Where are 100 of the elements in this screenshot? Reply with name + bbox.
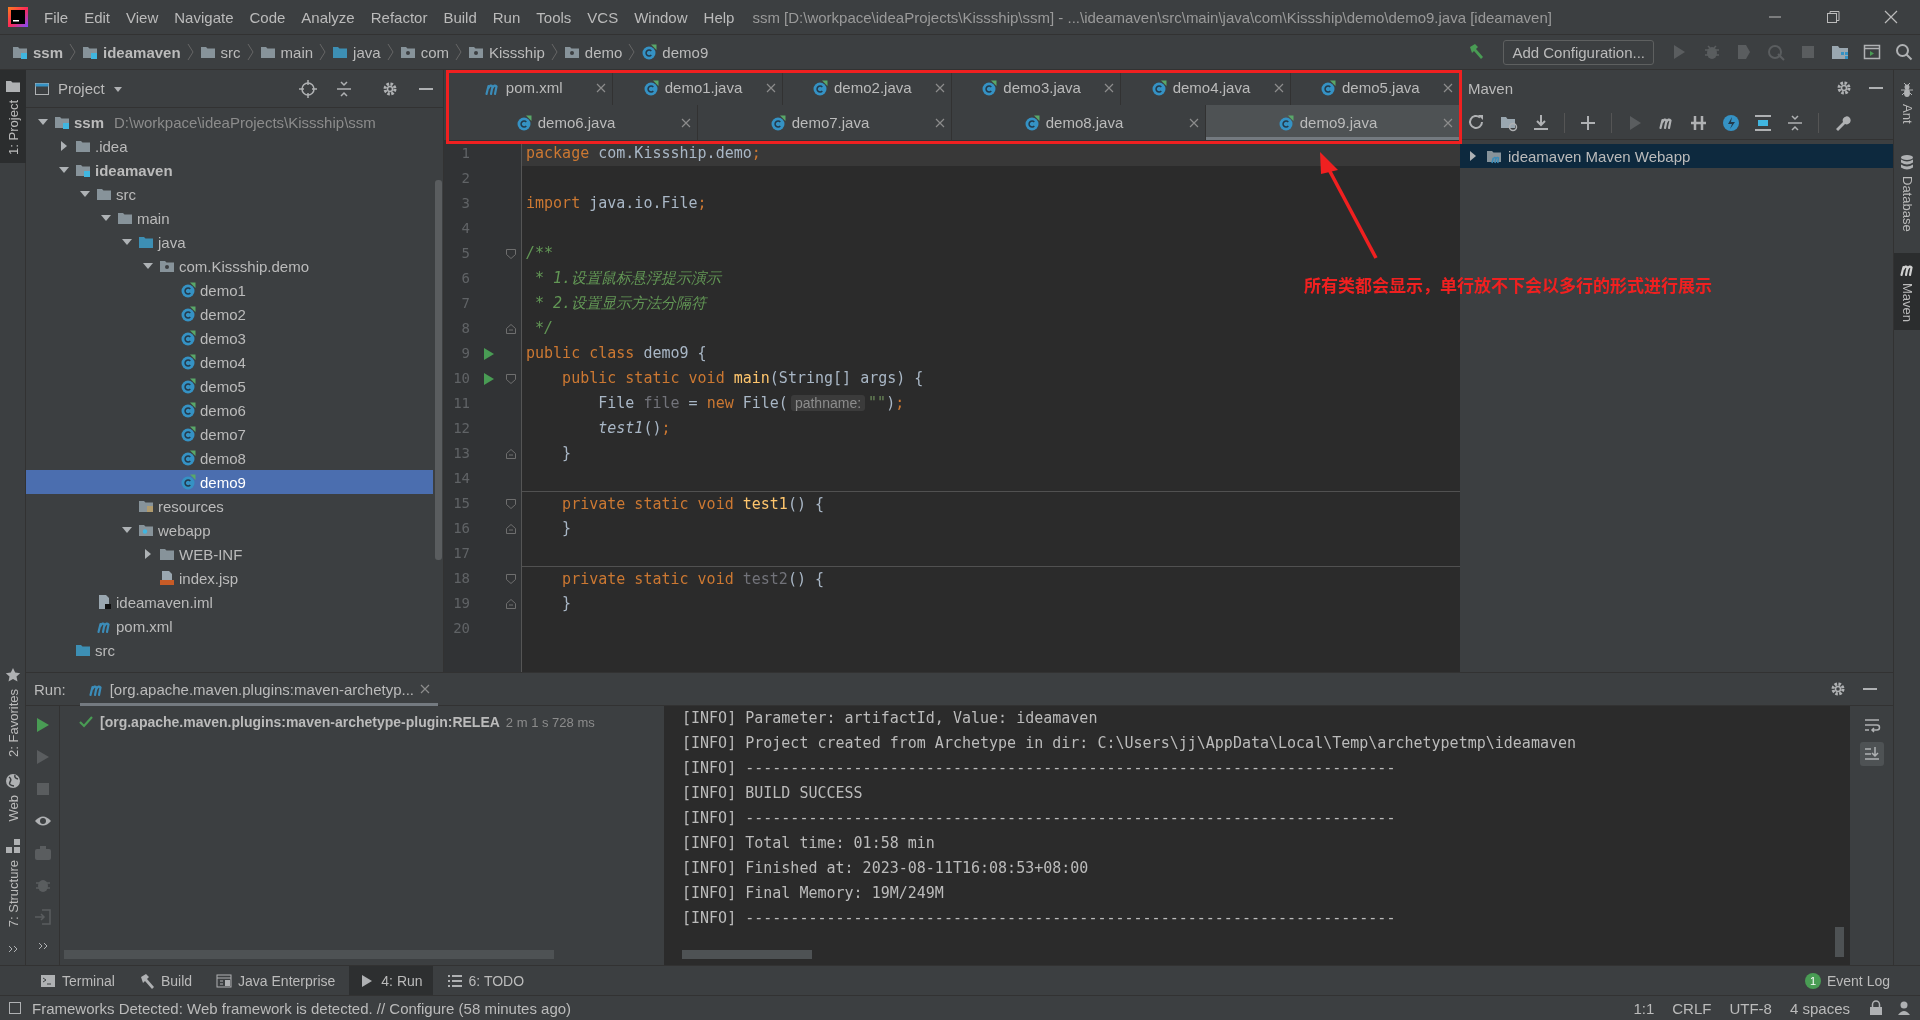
- fold-end-icon[interactable]: [504, 522, 517, 535]
- menu-item[interactable]: Refactor: [362, 8, 436, 26]
- breadcrumb-item[interactable]: demo: [563, 43, 623, 61]
- close-icon[interactable]: [935, 82, 945, 93]
- run-gutter-icon[interactable]: [481, 346, 494, 361]
- tree-item[interactable]: demo6: [26, 398, 433, 422]
- tool-window-tab[interactable]: Build: [128, 965, 203, 996]
- status-item[interactable]: 4 spaces: [1789, 999, 1850, 1017]
- tree-item[interactable]: resources: [26, 494, 433, 518]
- tool-window-tab[interactable]: 7: Structure: [0, 829, 26, 935]
- toggle-offline-icon[interactable]: [1690, 113, 1708, 132]
- menu-item[interactable]: Analyze: [293, 8, 363, 26]
- editor-tab[interactable]: demo1.java: [613, 70, 783, 105]
- lock-icon[interactable]: [1868, 1000, 1884, 1016]
- settings-icon[interactable]: [1835, 79, 1853, 97]
- run-task-label[interactable]: [org.apache.maven.plugins:maven-archetype-plugin:RELEA: [100, 714, 500, 730]
- tree-item[interactable]: java: [26, 230, 433, 254]
- close-icon[interactable]: [935, 117, 945, 128]
- collapse-all-icon[interactable]: [335, 79, 353, 98]
- run-tab[interactable]: [org.apache.maven.plugins:maven-archetyp...: [79, 672, 439, 706]
- tool-window-tab[interactable]: Terminal: [30, 965, 125, 996]
- tree-item[interactable]: demo7: [26, 422, 433, 446]
- close-icon[interactable]: [1189, 117, 1199, 128]
- inspector-icon[interactable]: [1896, 1000, 1912, 1016]
- tree-item[interactable]: demo5: [26, 374, 433, 398]
- status-item[interactable]: 1:1: [1633, 999, 1655, 1017]
- breadcrumb-item[interactable]: ssm: [12, 43, 64, 61]
- caret-icon[interactable]: [112, 84, 123, 93]
- scroll-to-end-icon[interactable]: [1862, 745, 1881, 763]
- tree-item[interactable]: webapp: [26, 518, 433, 542]
- menu-item[interactable]: Code: [241, 8, 294, 26]
- run-gutter-icon[interactable]: [481, 371, 494, 386]
- status-toggle-icon[interactable]: [8, 1001, 22, 1015]
- fold-icon[interactable]: [504, 572, 517, 585]
- locate-icon[interactable]: [299, 79, 317, 98]
- tool-window-tab[interactable]: 4: Run: [349, 965, 433, 996]
- status-message[interactable]: Frameworks Detected: Web framework is detected. // Configure (58 minutes ago): [32, 999, 572, 1017]
- breadcrumb-item[interactable]: main: [259, 43, 314, 61]
- tool-window-tab[interactable]: 2: Favorites: [0, 659, 26, 766]
- editor-tab[interactable]: demo6.java: [444, 105, 698, 140]
- tree-item[interactable]: .idea: [26, 134, 433, 158]
- editor-tab[interactable]: demo3.java: [952, 70, 1122, 105]
- add-icon[interactable]: [1579, 113, 1597, 132]
- panel-title[interactable]: Project: [58, 80, 105, 97]
- editor-tab[interactable]: demo7.java: [698, 105, 952, 140]
- menu-item[interactable]: Build: [435, 8, 485, 26]
- close-icon[interactable]: [596, 82, 607, 93]
- collapse-all-icon[interactable]: [1786, 113, 1804, 132]
- fold-end-icon[interactable]: [504, 322, 517, 335]
- more-icon[interactable]: [37, 940, 48, 952]
- menu-item[interactable]: File: [36, 8, 77, 26]
- fold-end-icon[interactable]: [504, 447, 517, 460]
- close-icon[interactable]: [420, 684, 431, 694]
- scrollbar-thumb[interactable]: [435, 180, 442, 560]
- close-icon[interactable]: [681, 117, 691, 128]
- fold-end-icon[interactable]: [504, 597, 517, 610]
- breadcrumb-item[interactable]: Kissship: [467, 43, 545, 61]
- search-icon[interactable]: [1895, 43, 1913, 61]
- tree-item[interactable]: index.jsp: [26, 566, 433, 590]
- breadcrumb-item[interactable]: src: [199, 43, 241, 61]
- close-icon[interactable]: [1273, 82, 1284, 93]
- menu-item[interactable]: View: [118, 8, 167, 26]
- menu-item[interactable]: Tools: [528, 8, 580, 26]
- fold-icon[interactable]: [504, 372, 517, 385]
- close-icon[interactable]: [765, 82, 776, 93]
- tree-item[interactable]: src: [26, 638, 433, 662]
- tree-item[interactable]: com.Kissship.demo: [26, 254, 433, 278]
- tree-item[interactable]: demo9: [26, 470, 433, 494]
- close-icon[interactable]: [1104, 82, 1115, 93]
- close-icon[interactable]: [1884, 10, 1898, 24]
- tree-item[interactable]: main: [26, 206, 433, 230]
- restore-icon[interactable]: [1826, 10, 1840, 24]
- close-icon[interactable]: [1442, 82, 1453, 93]
- tree-item[interactable]: ideamaven Maven Webapp: [1460, 144, 1893, 168]
- event-log-link[interactable]: Event Log: [1826, 972, 1890, 989]
- fold-icon[interactable]: [504, 497, 517, 510]
- menu-item[interactable]: Run: [484, 8, 529, 26]
- scrollbar-thumb[interactable]: [1835, 927, 1844, 957]
- tool-window-tab[interactable]: Web: [0, 765, 26, 830]
- download-icon[interactable]: [1532, 113, 1550, 132]
- skip-tests-icon[interactable]: [1722, 113, 1740, 132]
- scrollbar-thumb[interactable]: [682, 950, 812, 959]
- tree-item[interactable]: ideamaven.iml: [26, 590, 433, 614]
- tool-window-tab[interactable]: Java Enterprise: [206, 965, 346, 996]
- tool-window-tab[interactable]: Maven: [1894, 253, 1920, 331]
- settings-icon[interactable]: [1829, 680, 1847, 698]
- menu-item[interactable]: Window: [626, 8, 696, 26]
- show-dependencies-icon[interactable]: [1754, 113, 1772, 132]
- breadcrumb-item[interactable]: ideamaven: [82, 43, 181, 61]
- tree-item[interactable]: ideamaven: [26, 158, 433, 182]
- tree-item[interactable]: WEB-INF: [26, 542, 433, 566]
- tree-item[interactable]: demo8: [26, 446, 433, 470]
- soft-wrap-icon[interactable]: [1862, 716, 1881, 734]
- run-configuration-button[interactable]: Add Configuration...: [1503, 39, 1654, 65]
- tree-item[interactable]: demo4: [26, 350, 433, 374]
- status-item[interactable]: CRLF: [1672, 999, 1712, 1017]
- menu-item[interactable]: Help: [695, 8, 743, 26]
- run-anything-icon[interactable]: [1863, 43, 1881, 61]
- menu-item[interactable]: Edit: [76, 8, 119, 26]
- fold-icon[interactable]: [504, 247, 517, 260]
